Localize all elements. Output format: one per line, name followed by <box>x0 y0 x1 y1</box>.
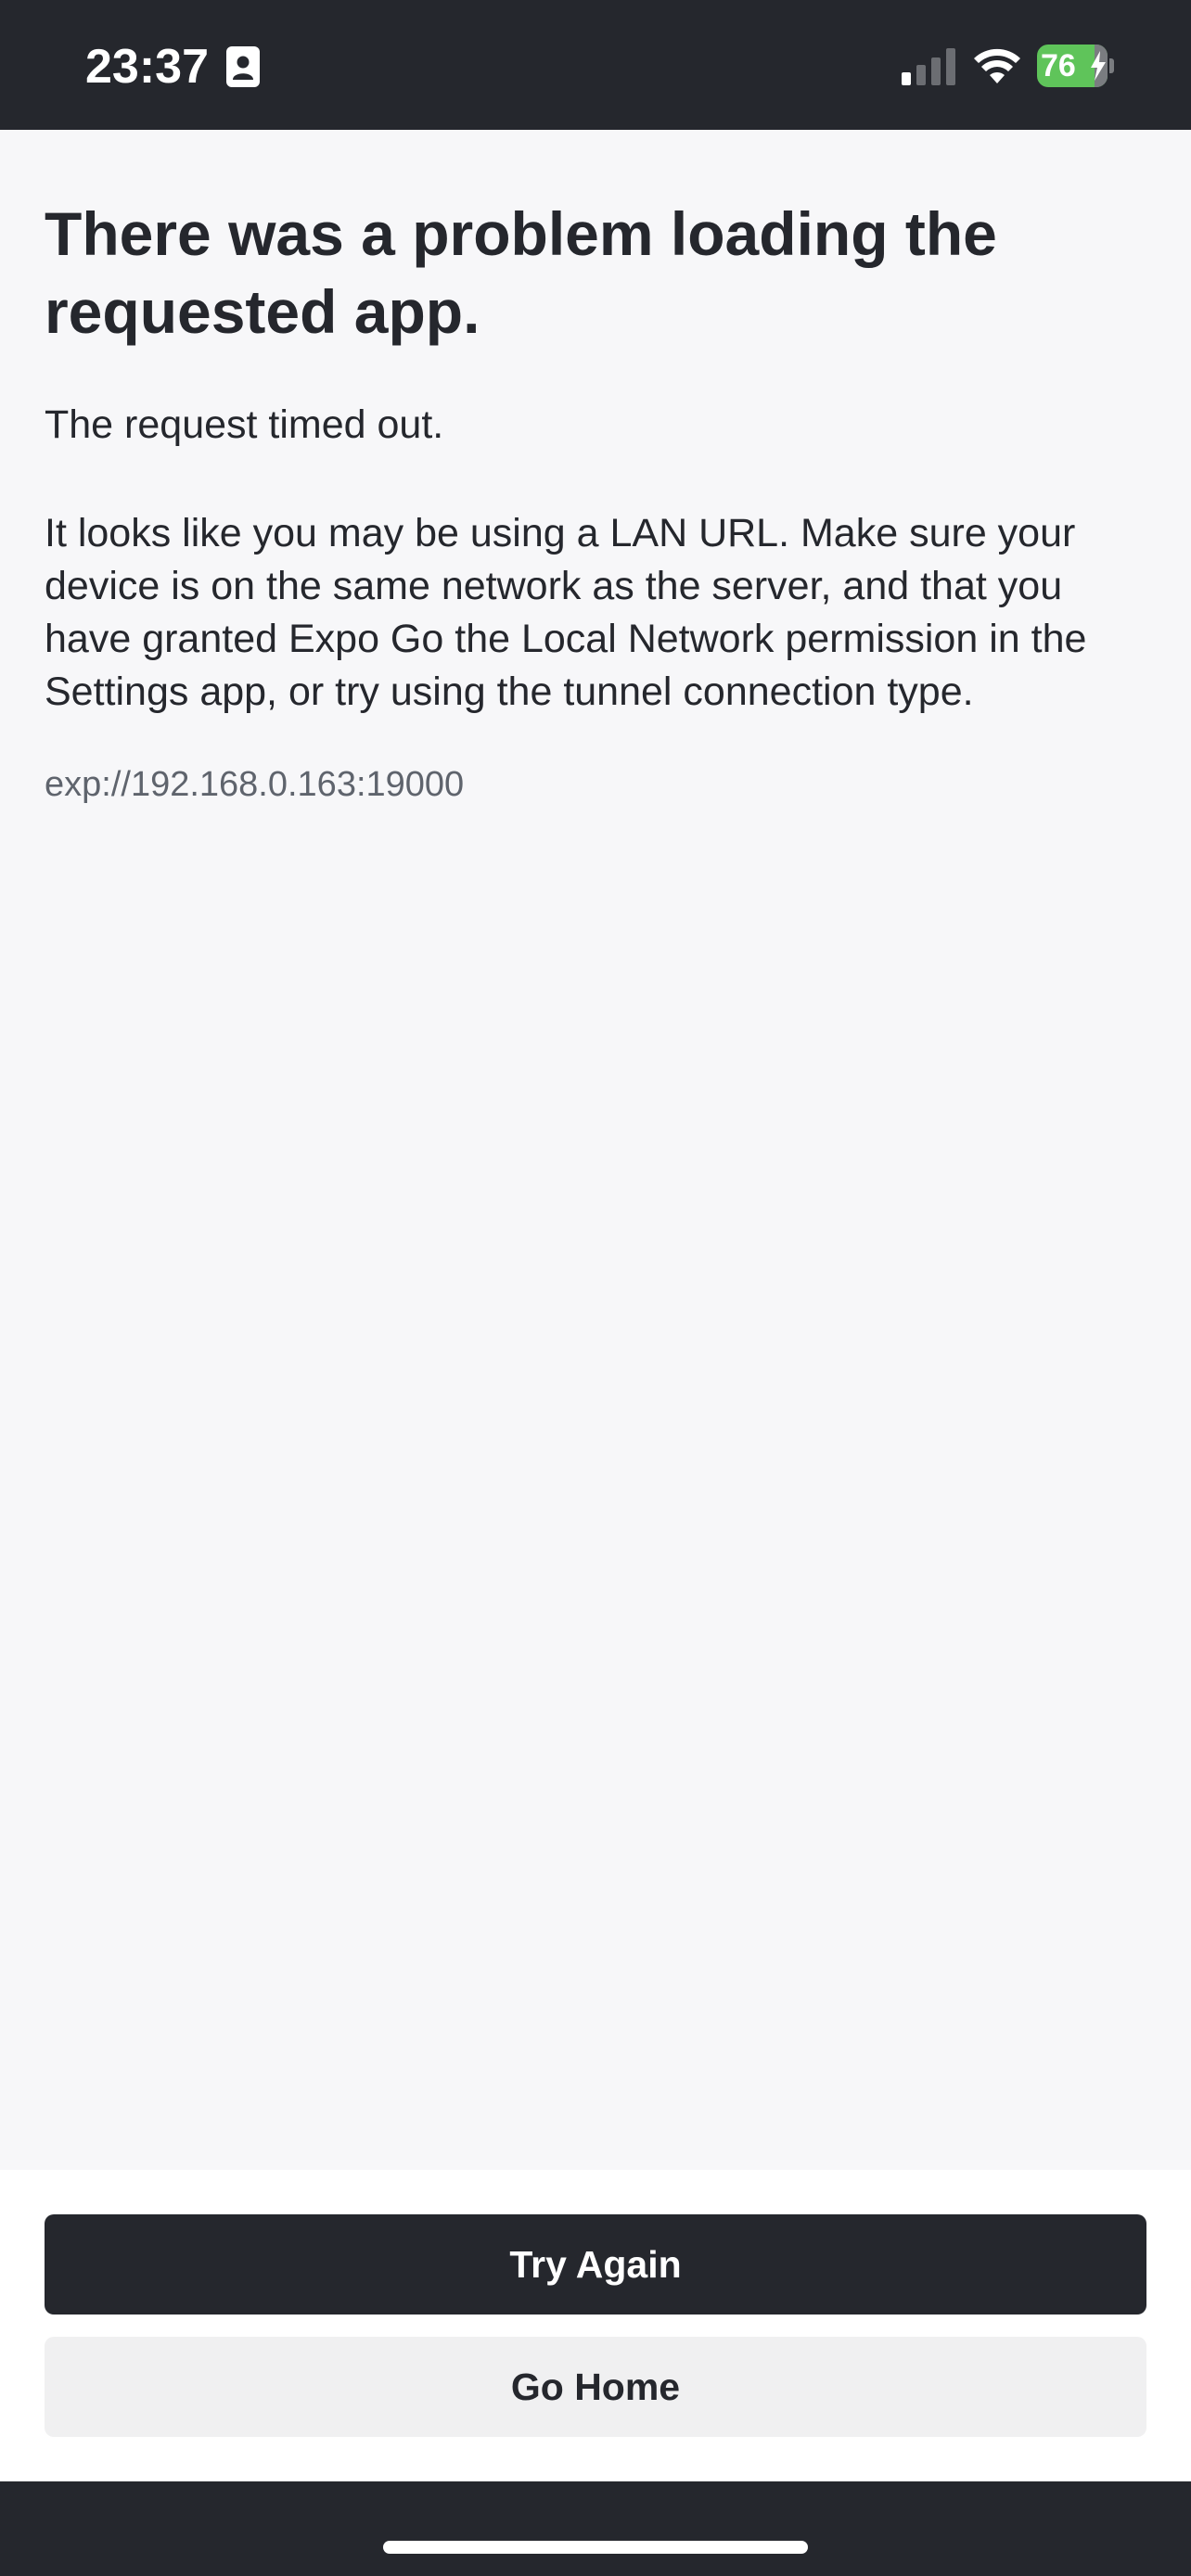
cellular-signal-icon <box>902 48 955 85</box>
error-title: There was a problem loading the requeste… <box>45 199 997 346</box>
app-url: exp://192.168.0.163:19000 <box>45 765 465 804</box>
try-again-button[interactable]: Try Again <box>45 2214 1146 2315</box>
action-panel: Try Again Go Home <box>0 2170 1191 2481</box>
wifi-icon <box>974 48 1020 83</box>
charging-bolt-icon <box>1091 51 1106 81</box>
battery-level: 76 <box>1041 48 1076 83</box>
home-bar-area <box>0 2481 1191 2576</box>
contact-badge-icon <box>226 46 260 87</box>
error-hint: It looks like you may be using a LAN URL… <box>45 511 1087 714</box>
battery-icon: 76 <box>1037 45 1115 87</box>
error-content: There was a problem loading the requeste… <box>45 195 1146 808</box>
status-time: 23:37 <box>85 40 209 94</box>
status-bar: 23:37 76 <box>0 0 1191 130</box>
error-message: The request timed out. <box>45 402 444 447</box>
go-home-button[interactable]: Go Home <box>45 2337 1146 2437</box>
home-indicator[interactable] <box>383 2541 808 2554</box>
